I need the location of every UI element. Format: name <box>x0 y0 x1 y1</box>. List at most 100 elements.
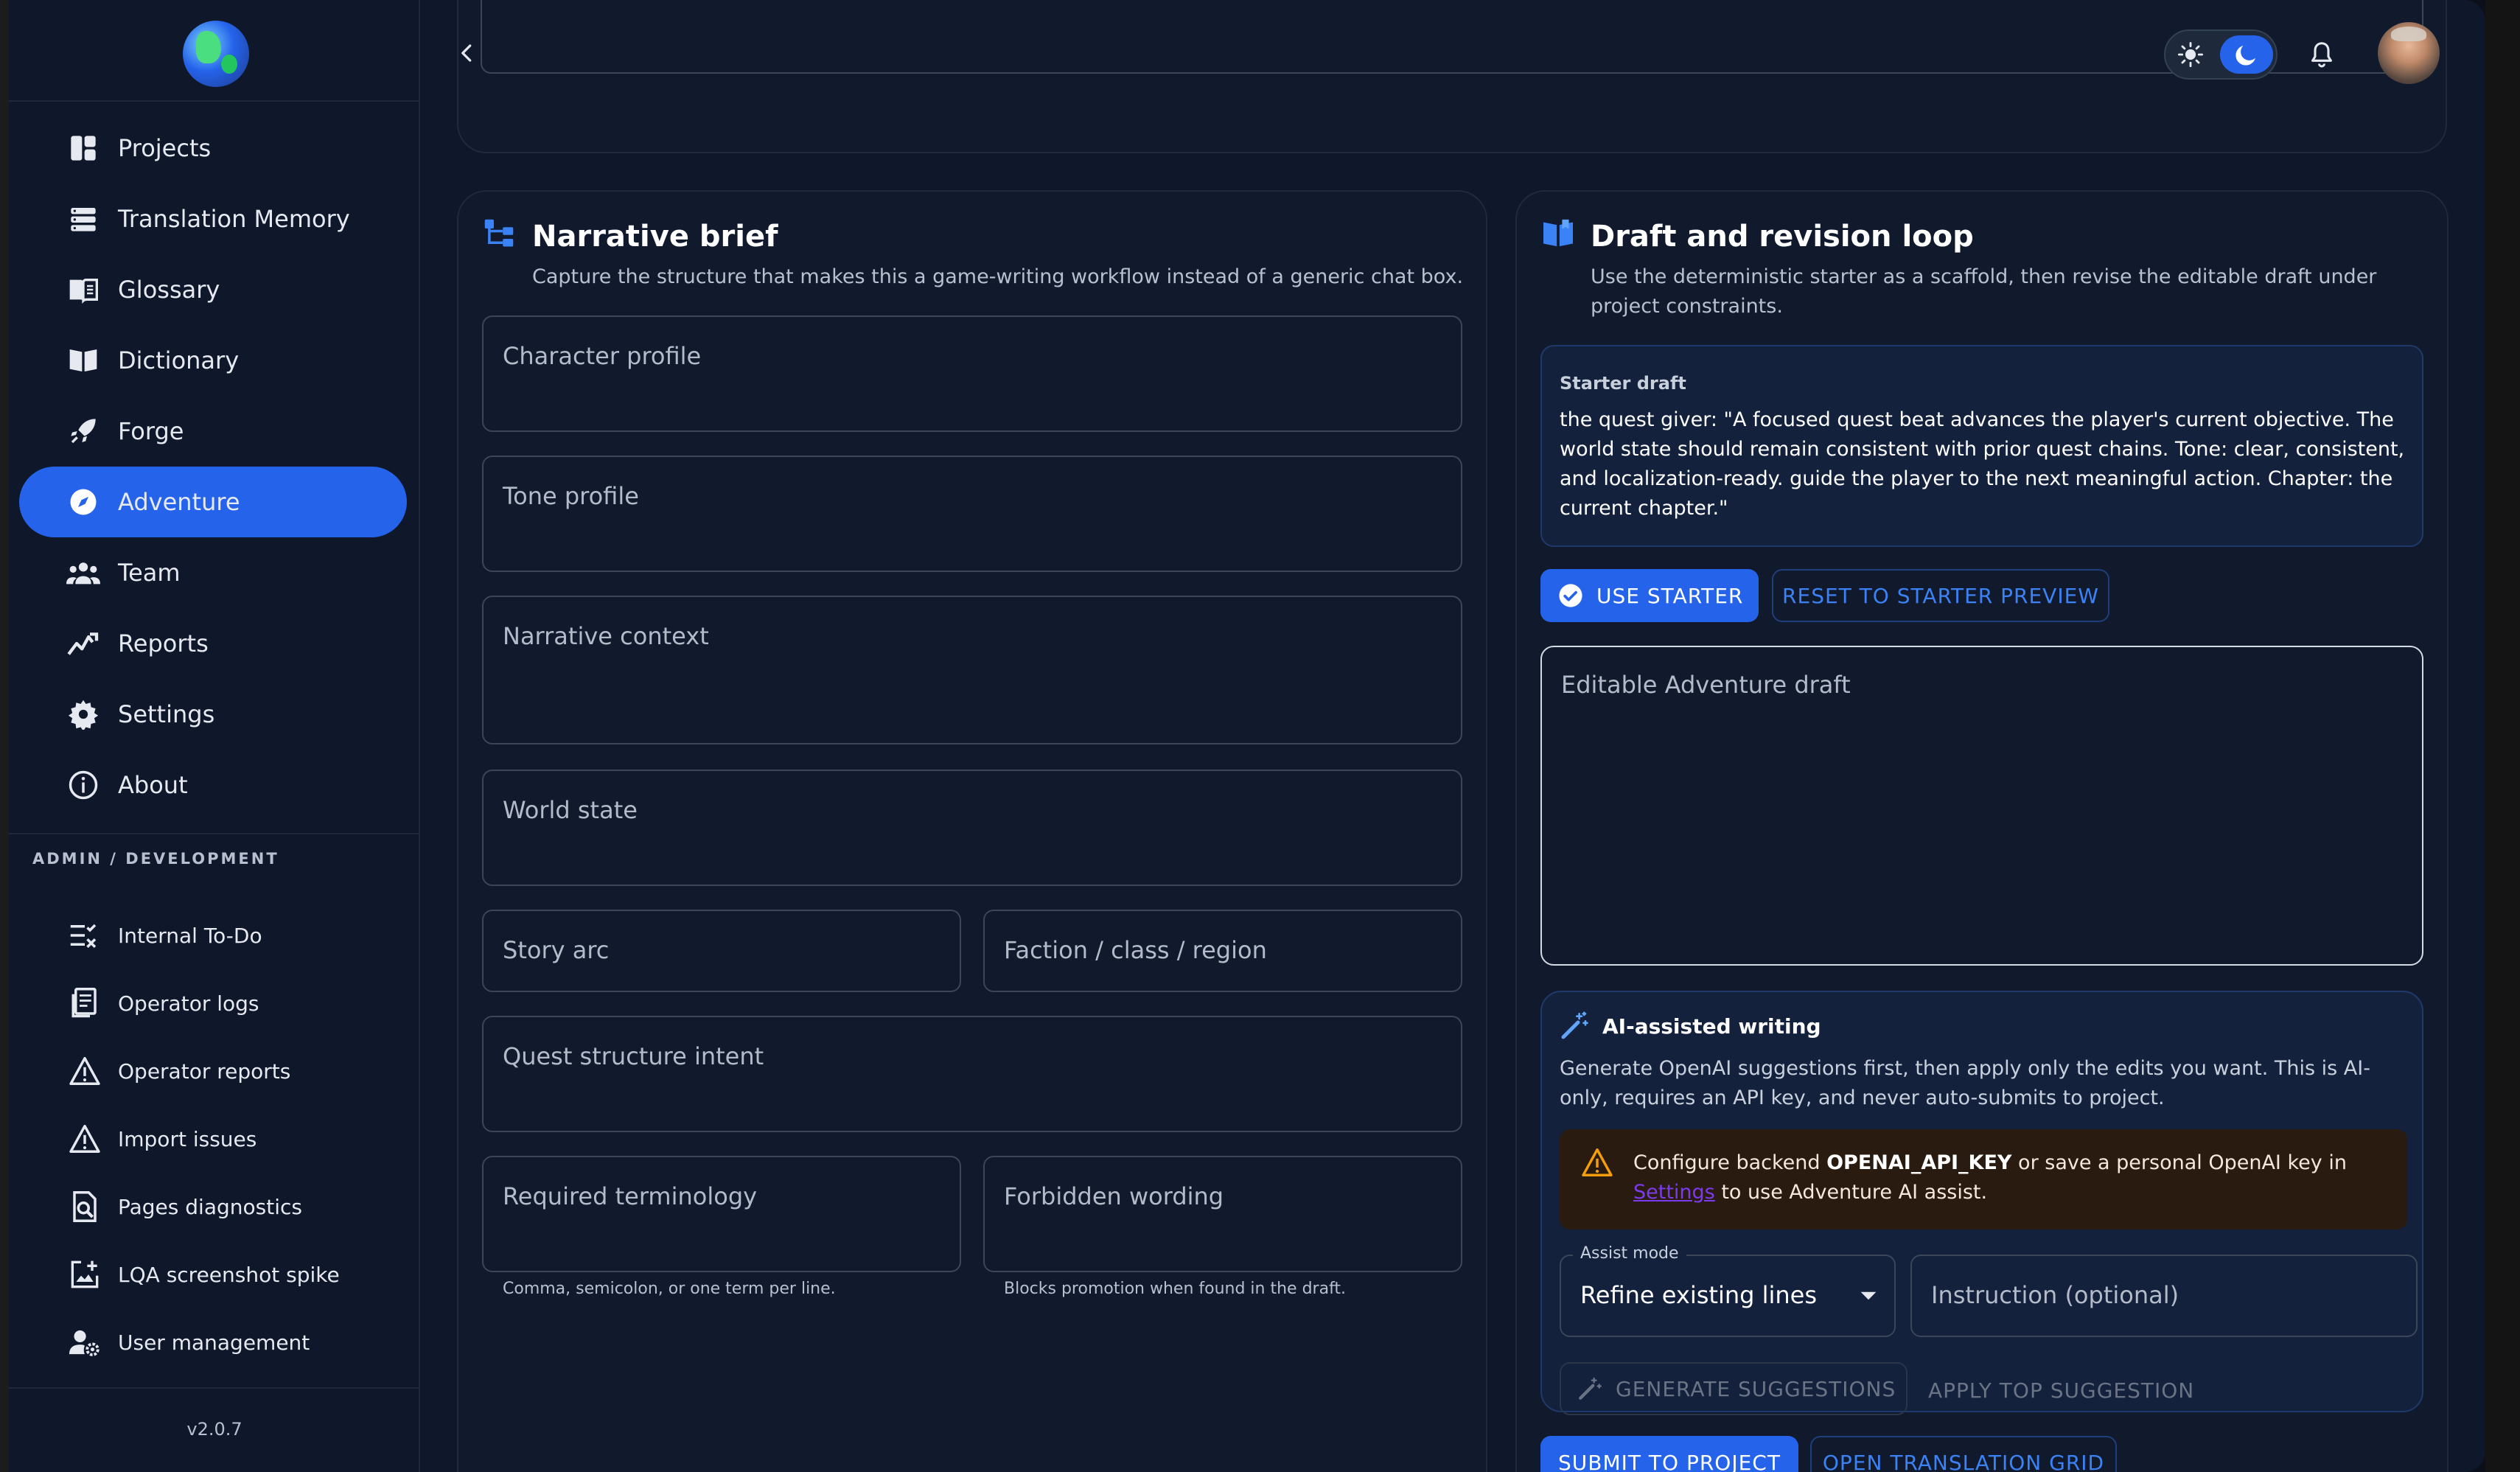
gear-icon <box>66 697 100 731</box>
globe-logo-icon[interactable] <box>183 21 249 87</box>
compass-icon <box>66 485 100 519</box>
forbidden-wording-helper: Blocks promotion when found in the draft… <box>1004 1280 1347 1298</box>
ai-assisted-writing-title: AI-assisted writing <box>1602 1014 1821 1039</box>
sidebar-item-label: Internal To-Do <box>118 923 262 948</box>
faction-class-region-field[interactable]: Faction / class / region <box>983 910 1462 992</box>
api-key-warning-text: Configure backend OPENAI_API_KEY or save… <box>1633 1148 2385 1207</box>
instruction-placeholder: Instruction (optional) <box>1931 1281 2179 1309</box>
assist-mode-value: Refine existing lines <box>1580 1281 1818 1309</box>
glossary-icon <box>66 273 100 307</box>
sidebar-item-team[interactable]: Team <box>19 537 407 608</box>
story-arc-field[interactable]: Story arc <box>482 910 961 992</box>
theme-toggle[interactable] <box>2164 29 2278 80</box>
assist-mode-select[interactable]: Assist mode Refine existing lines <box>1560 1244 1896 1337</box>
ai-assisted-writing-desc: Generate OpenAI suggestions first, then … <box>1560 1057 2370 1109</box>
collapse-sidebar-button[interactable] <box>447 32 488 74</box>
field-placeholder: Forbidden wording <box>1004 1182 1224 1210</box>
sidebar-item-internal-todo[interactable]: Internal To-Do <box>19 906 407 965</box>
screenshot-icon <box>69 1259 100 1290</box>
starter-draft-text: the quest giver: "A focused quest beat a… <box>1560 408 2405 520</box>
sidebar-item-label: Projects <box>118 134 212 162</box>
warning-text-part: to use Adventure AI assist. <box>1714 1181 1988 1204</box>
top-bar <box>420 0 2485 102</box>
character-profile-field[interactable]: Character profile <box>482 315 1462 432</box>
moon-icon[interactable] <box>2220 35 2273 74</box>
sidebar-item-label: Forge <box>118 417 184 445</box>
sidebar-item-label: Pages diagnostics <box>118 1194 302 1219</box>
app-version: v2.0.7 <box>186 1419 242 1440</box>
warning-icon <box>1582 1148 1613 1176</box>
use-starter-label: USE STARTER <box>1596 583 1744 608</box>
draft-revision-title: Draft and revision loop <box>1591 220 1974 254</box>
editable-adventure-draft[interactable]: Editable Adventure draft <box>1540 646 2423 966</box>
user-gear-icon <box>69 1327 100 1358</box>
sidebar-item-translation-memory[interactable]: Translation Memory <box>19 184 407 254</box>
field-placeholder: Character profile <box>503 342 702 370</box>
settings-link[interactable]: Settings <box>1633 1181 1715 1204</box>
sidebar-item-dictionary[interactable]: Dictionary <box>19 325 407 396</box>
open-translation-grid-button[interactable]: OPEN TRANSLATION GRID <box>1810 1436 2117 1472</box>
quest-structure-intent-field[interactable]: Quest structure intent <box>482 1016 1462 1132</box>
sidebar-item-reports[interactable]: Reports <box>19 608 407 679</box>
sidebar-item-user-management[interactable]: User management <box>19 1313 407 1372</box>
warning-text-part: Configure backend <box>1633 1151 1827 1174</box>
sidebar-item-operator-reports[interactable]: Operator reports <box>19 1042 407 1100</box>
generate-suggestions-button[interactable]: GENERATE SUGGESTIONS <box>1560 1362 1908 1415</box>
narrative-brief-title: Narrative brief <box>532 220 778 254</box>
sidebar-item-projects[interactable]: Projects <box>19 113 407 184</box>
user-avatar[interactable] <box>2378 22 2440 84</box>
sidebar-item-forge[interactable]: Forge <box>19 396 407 467</box>
sidebar-item-glossary[interactable]: Glossary <box>19 254 407 325</box>
admin-section-label: ADMIN / DEVELOPMENT <box>32 850 279 868</box>
warning-icon <box>69 1056 100 1086</box>
apply-top-suggestion-button[interactable]: APPLY TOP SUGGESTION <box>1928 1378 2194 1403</box>
field-placeholder: World state <box>503 796 638 824</box>
page-search-icon <box>69 1191 100 1222</box>
sidebar-item-operator-logs[interactable]: Operator logs <box>19 974 407 1033</box>
database-icon <box>66 202 100 236</box>
notifications-bell-icon[interactable] <box>2303 35 2341 74</box>
sidebar-item-label: Operator logs <box>118 991 259 1016</box>
sidebar-item-lqa-screenshot-spike[interactable]: LQA screenshot spike <box>19 1245 407 1304</box>
narrative-brief-subtitle: Capture the structure that makes this a … <box>532 265 1464 288</box>
sidebar-item-pages-diagnostics[interactable]: Pages diagnostics <box>19 1177 407 1236</box>
field-placeholder: Faction / class / region <box>1004 936 1267 964</box>
caret-down-icon <box>1859 1288 1878 1303</box>
use-starter-button[interactable]: USE STARTER <box>1540 569 1759 622</box>
magic-wand-icon <box>1560 1011 1589 1041</box>
warning-text-part: or save a personal OpenAI key in <box>2011 1151 2347 1174</box>
info-icon <box>66 768 100 802</box>
sidebar-item-settings[interactable]: Settings <box>19 679 407 750</box>
team-icon <box>66 556 100 590</box>
sidebar-item-about[interactable]: About <box>19 750 407 820</box>
sun-icon[interactable] <box>2174 38 2207 71</box>
field-placeholder: Quest structure intent <box>503 1042 764 1070</box>
forbidden-wording-field[interactable]: Forbidden wording <box>983 1156 1462 1272</box>
assist-mode-label: Assist mode <box>1573 1244 1686 1263</box>
instruction-input[interactable]: Instruction (optional) <box>1910 1255 2418 1337</box>
sidebar-item-adventure[interactable]: Adventure <box>19 467 407 537</box>
narrative-context-field[interactable]: Narrative context <box>482 596 1462 744</box>
required-terminology-field[interactable]: Required terminology <box>482 1156 961 1272</box>
sidebar-item-label: Dictionary <box>118 346 240 374</box>
tone-profile-field[interactable]: Tone profile <box>482 456 1462 572</box>
field-placeholder: Tone profile <box>503 482 639 510</box>
sidebar-item-import-issues[interactable]: Import issues <box>19 1109 407 1168</box>
sidebar-item-label: Adventure <box>118 488 240 516</box>
world-state-field[interactable]: World state <box>482 770 1462 886</box>
narrative-brief-panel: Narrative brief Capture the structure th… <box>457 190 1487 1472</box>
magic-wand-icon <box>1577 1376 1602 1401</box>
field-placeholder: Story arc <box>503 936 610 964</box>
warning-icon <box>69 1123 100 1154</box>
sidebar-item-label: User management <box>118 1330 310 1355</box>
ai-assisted-writing-box: AI-assisted writing Generate OpenAI sugg… <box>1540 991 2423 1415</box>
sidebar-item-label: Team <box>118 559 181 587</box>
field-placeholder: Narrative context <box>503 622 709 650</box>
hierarchy-icon <box>484 218 514 249</box>
book-open-icon <box>66 343 100 377</box>
required-terminology-helper: Comma, semicolon, or one term per line. <box>503 1280 836 1298</box>
window-edge <box>2485 0 2520 1472</box>
reset-to-starter-preview-button[interactable]: RESET TO STARTER PREVIEW <box>1772 569 2109 622</box>
sidebar-item-label: Operator reports <box>118 1058 291 1084</box>
submit-to-project-button[interactable]: SUBMIT TO PROJECT <box>1540 1436 1798 1472</box>
